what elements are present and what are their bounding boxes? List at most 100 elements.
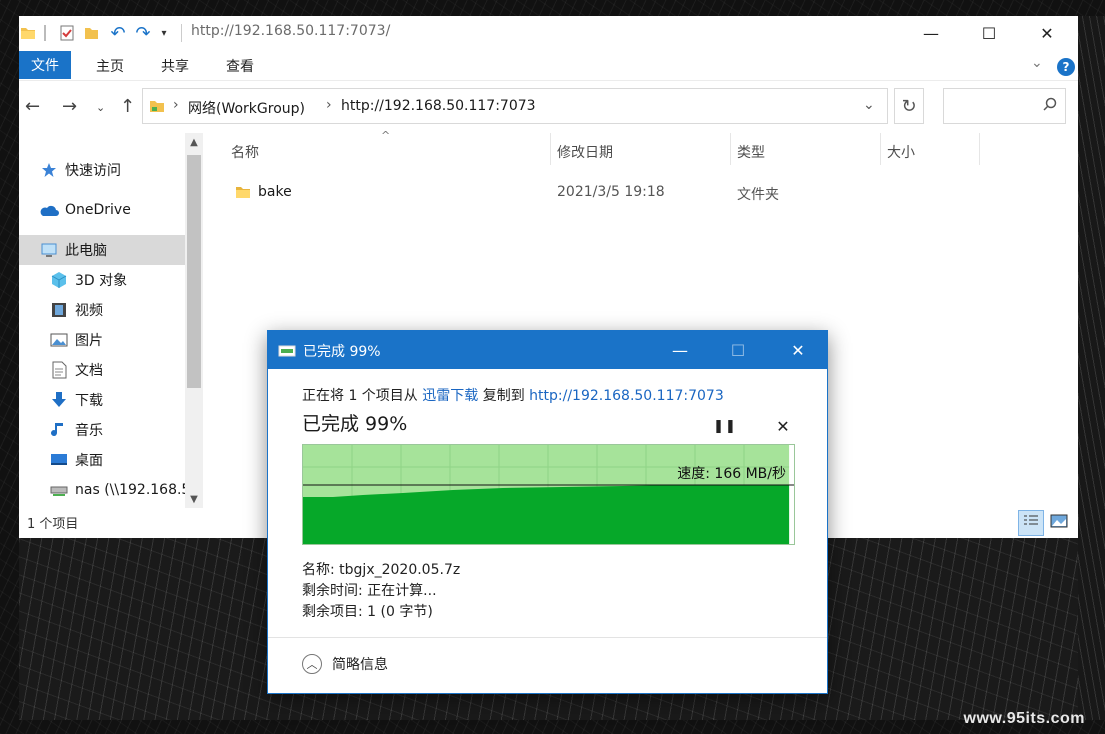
search-input[interactable] <box>943 88 1066 124</box>
sidebar-item-onedrive[interactable]: OneDrive <box>19 195 203 225</box>
breadcrumb-chevron-icon: › <box>326 97 332 113</box>
tab-view[interactable]: 查看 <box>226 56 254 76</box>
folder-app-icon <box>19 22 37 44</box>
sidebar-item-downloads[interactable]: 下载 <box>19 385 213 415</box>
source-link[interactable]: 迅雷下载 <box>422 388 478 404</box>
undo-icon[interactable]: ↶ <box>107 22 129 44</box>
sidebar-item-music[interactable]: 音乐 <box>19 415 213 445</box>
tab-share[interactable]: 共享 <box>161 56 189 76</box>
column-divider[interactable] <box>550 133 551 165</box>
redo-icon[interactable]: ↷ <box>132 22 154 44</box>
footer-divider <box>268 637 827 638</box>
dialog-title-bar: 已完成 99% — ☐ ✕ <box>268 331 827 369</box>
sidebar-item-label: OneDrive <box>65 202 131 218</box>
column-header-name[interactable]: 名称 <box>231 142 259 162</box>
minimize-button[interactable]: — <box>902 16 960 50</box>
properties-icon[interactable] <box>57 22 77 44</box>
download-icon <box>49 390 69 410</box>
customize-toolbar-icon[interactable]: ▾ <box>157 22 171 44</box>
ribbon-tabs: 文件 主页 共享 查看 ⌄ ? <box>19 50 1078 81</box>
details-view-icon <box>1023 514 1039 532</box>
expand-ribbon-icon[interactable]: ⌄ <box>1031 55 1043 71</box>
percent-complete: 已完成 99% <box>302 413 408 435</box>
dialog-minimize-button[interactable]: — <box>651 331 709 369</box>
title-bar: ↶ ↷ ▾ http://192.168.50.117:7073/ — ☐ ✕ <box>19 16 1078 50</box>
music-icon <box>49 420 69 440</box>
sidebar-item-label: 音乐 <box>75 423 103 439</box>
cube-icon <box>49 270 69 290</box>
large-icons-view-icon <box>1050 514 1068 532</box>
recent-locations-icon[interactable]: ⌄ <box>96 101 105 114</box>
breadcrumb-network[interactable]: 网络(WorkGroup) <box>188 98 305 118</box>
sidebar-item-desktop[interactable]: 桌面 <box>19 445 213 475</box>
address-bar[interactable]: › 网络(WorkGroup) › http://192.168.50.117:… <box>142 88 888 124</box>
sidebar-item-pictures[interactable]: 图片 <box>19 325 213 355</box>
picture-icon <box>49 330 69 350</box>
desktop-icon <box>49 450 69 470</box>
sidebar-item-documents[interactable]: 文档 <box>19 355 213 385</box>
maximize-button[interactable]: ☐ <box>960 16 1018 50</box>
back-button[interactable]: ← <box>25 96 40 117</box>
sidebar-item-quick-access[interactable]: 快速访问 <box>19 155 203 185</box>
items-remaining: 剩余项目: 1 (0 字节) <box>302 604 433 620</box>
sidebar-item-label: 文档 <box>75 363 103 379</box>
column-divider[interactable] <box>880 133 881 165</box>
up-button[interactable]: ↑ <box>120 96 135 117</box>
sidebar-item-this-pc[interactable]: 此电脑 <box>19 235 203 265</box>
file-name: bake <box>258 184 292 200</box>
sidebar-item-3d-objects[interactable]: 3D 对象 <box>19 265 213 295</box>
scroll-down-icon[interactable]: ▼ <box>185 490 203 508</box>
cloud-icon <box>39 200 59 220</box>
column-header-modified[interactable]: 修改日期 <box>557 142 613 162</box>
tab-file[interactable]: 文件 <box>19 51 71 79</box>
file-modified: 2021/3/5 19:18 <box>557 184 665 200</box>
pause-button[interactable]: ❚❚ <box>713 415 736 437</box>
folder-icon <box>235 184 251 204</box>
navigation-bar: ← → ⌄ ↑ › 网络(WorkGroup) › http://192.168… <box>19 86 1078 128</box>
column-header-size[interactable]: 大小 <box>887 142 915 162</box>
sidebar-item-nas[interactable]: nas (\\192.168.5 <box>19 475 213 505</box>
sidebar-item-label: 此电脑 <box>65 243 107 259</box>
file-type: 文件夹 <box>737 187 779 203</box>
dialog-title: 已完成 99% <box>303 344 381 360</box>
sidebar-item-videos[interactable]: 视频 <box>19 295 213 325</box>
details-view-button[interactable] <box>1018 510 1044 536</box>
computer-icon <box>39 240 59 260</box>
navigation-pane: 快速访问 OneDrive 此电脑 3D 对象 视频 图片 文档 下载 音乐 桌… <box>19 133 203 508</box>
navigation-scrollbar[interactable]: ▲ ▼ <box>185 133 203 508</box>
breadcrumb-location[interactable]: http://192.168.50.117:7073 <box>341 98 536 114</box>
time-remaining: 剩余时间: 正在计算... <box>302 583 437 599</box>
large-icons-view-button[interactable] <box>1046 510 1072 536</box>
item-count: 1 个项目 <box>27 517 79 532</box>
column-header-type[interactable]: 类型 <box>737 142 765 162</box>
scrollbar-thumb[interactable] <box>187 155 201 388</box>
sort-ascending-icon: ^ <box>381 129 391 142</box>
copy-progress-dialog: 已完成 99% — ☐ ✕ 正在将 1 个项目从 迅雷下载 复制到 http:/… <box>267 330 828 694</box>
description-text: 复制到 <box>478 388 530 404</box>
dialog-close-button[interactable]: ✕ <box>769 331 827 369</box>
column-divider[interactable] <box>979 133 980 165</box>
destination-link[interactable]: http://192.168.50.117:7073 <box>529 388 724 404</box>
table-row[interactable]: bake 2021/3/5 19:18 文件夹 <box>205 178 1005 208</box>
help-icon[interactable]: ? <box>1057 58 1075 76</box>
refresh-button[interactable]: ↻ <box>894 88 924 124</box>
tab-home[interactable]: 主页 <box>96 56 124 76</box>
sidebar-item-label: 快速访问 <box>65 163 121 179</box>
divider <box>181 24 182 42</box>
close-button[interactable]: ✕ <box>1018 16 1076 50</box>
video-icon <box>49 300 69 320</box>
transfer-speed-graph: 速度: 166 MB/秒 <box>302 444 795 545</box>
forward-button[interactable]: → <box>62 96 77 117</box>
collapse-icon: ︿ <box>302 654 322 674</box>
sidebar-item-label: 视频 <box>75 303 103 319</box>
new-folder-icon[interactable] <box>81 22 101 44</box>
desktop-wallpaper-edge <box>1078 16 1105 720</box>
address-dropdown-icon[interactable]: ⌄ <box>863 97 875 113</box>
divider <box>44 25 46 41</box>
document-icon <box>49 360 69 380</box>
column-divider[interactable] <box>730 133 731 165</box>
less-details-button[interactable]: ︿ 简略信息 <box>302 654 388 674</box>
cancel-button[interactable]: ✕ <box>772 415 794 437</box>
scroll-up-icon[interactable]: ▲ <box>185 133 203 151</box>
network-drive-icon <box>49 480 69 500</box>
